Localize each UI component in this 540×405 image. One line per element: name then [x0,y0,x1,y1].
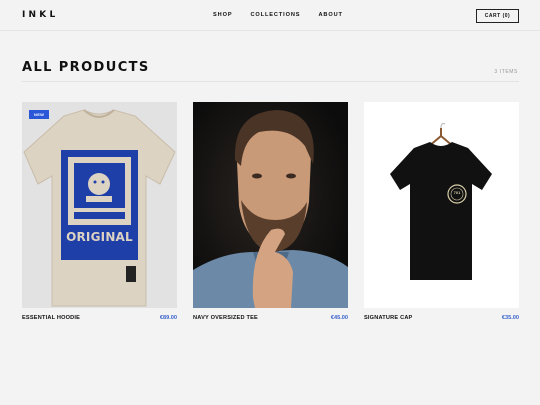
divider [22,81,519,82]
product-card[interactable]: 701 SIGNATURE CAP €35.00 [364,102,519,321]
product-image[interactable]: 701 [364,102,519,308]
main-nav: SHOP COLLECTIONS ABOUT [213,12,343,18]
logo[interactable]: INKL [22,10,58,20]
product-price: €89.00 [159,315,177,321]
nav-shop[interactable]: SHOP [213,12,232,18]
product-card[interactable]: NAVY OVERSIZED TEE €45.00 [193,102,348,321]
product-name[interactable]: ESSENTIAL HOODIE [22,315,80,321]
product-name[interactable]: NAVY OVERSIZED TEE [193,315,258,321]
nav-about[interactable]: ABOUT [318,12,342,18]
product-image[interactable]: NEW ORIGINAL [22,102,177,308]
product-name[interactable]: SIGNATURE CAP [364,315,413,321]
product-card[interactable]: NEW ORIGINAL ESSENTIAL HOODIE €89.00 [22,102,177,321]
graphic-text: 701 [453,190,461,195]
tshirt-graphic-image [23,109,176,307]
portrait-photo-image [193,102,348,308]
new-badge: NEW [29,110,50,119]
page-title: ALL PRODUCTS [22,60,150,75]
product-price: €35.00 [501,315,519,321]
black-tshirt-image [390,122,492,280]
product-price: €45.00 [330,315,348,321]
site-header: INKL SHOP COLLECTIONS ABOUT CART (0) [0,0,540,31]
graphic-text: ORIGINAL [66,230,133,244]
item-count: 3 ITEMS [494,69,518,75]
cart-button[interactable]: CART (0) [476,9,519,23]
product-image[interactable] [193,102,348,308]
nav-collections[interactable]: COLLECTIONS [250,12,300,18]
